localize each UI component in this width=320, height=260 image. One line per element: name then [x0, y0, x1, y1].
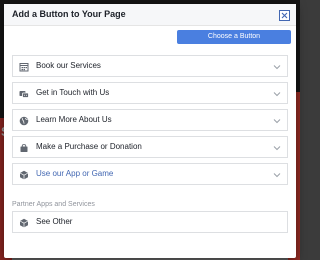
add-button-dialog: Add a Button to Your Page Choose a Butto… — [4, 4, 296, 258]
option-see-other[interactable]: See Other — [12, 211, 288, 233]
dialog-header: Add a Button to Your Page — [4, 4, 296, 26]
calendar-icon — [19, 63, 29, 72]
shopping-bag-icon — [20, 144, 28, 152]
partner-apps-section-label: Partner Apps and Services — [12, 201, 95, 208]
chevron-down-icon — [273, 146, 281, 151]
option-label: Learn More About Us — [36, 115, 112, 124]
option-label: See Other — [36, 217, 73, 226]
close-icon — [281, 12, 288, 19]
choose-a-button-button[interactable]: Choose a Button — [177, 30, 291, 44]
chevron-down-icon — [273, 173, 281, 178]
option-app-or-game[interactable]: Use our App or Game — [12, 163, 288, 185]
cube-icon — [19, 170, 29, 180]
chevron-down-icon — [273, 92, 281, 97]
option-learn-more[interactable]: Learn More About Us — [12, 109, 288, 131]
chevron-down-icon — [273, 119, 281, 124]
option-label: Book our Services — [36, 61, 101, 70]
dialog-title: Add a Button to Your Page — [12, 9, 126, 19]
contact-icon — [19, 91, 29, 98]
chevron-down-icon — [273, 65, 281, 70]
option-label: Make a Purchase or Donation — [36, 142, 142, 151]
option-purchase-donation[interactable]: Make a Purchase or Donation — [12, 136, 288, 158]
option-book-services[interactable]: Book our Services — [12, 55, 288, 77]
option-label: Use our App or Game — [36, 169, 114, 178]
globe-icon — [19, 116, 29, 126]
option-label: Get in Touch with Us — [36, 88, 110, 97]
cube-icon — [19, 218, 29, 228]
option-get-in-touch[interactable]: Get in Touch with Us — [12, 82, 288, 104]
close-button[interactable] — [279, 10, 290, 21]
